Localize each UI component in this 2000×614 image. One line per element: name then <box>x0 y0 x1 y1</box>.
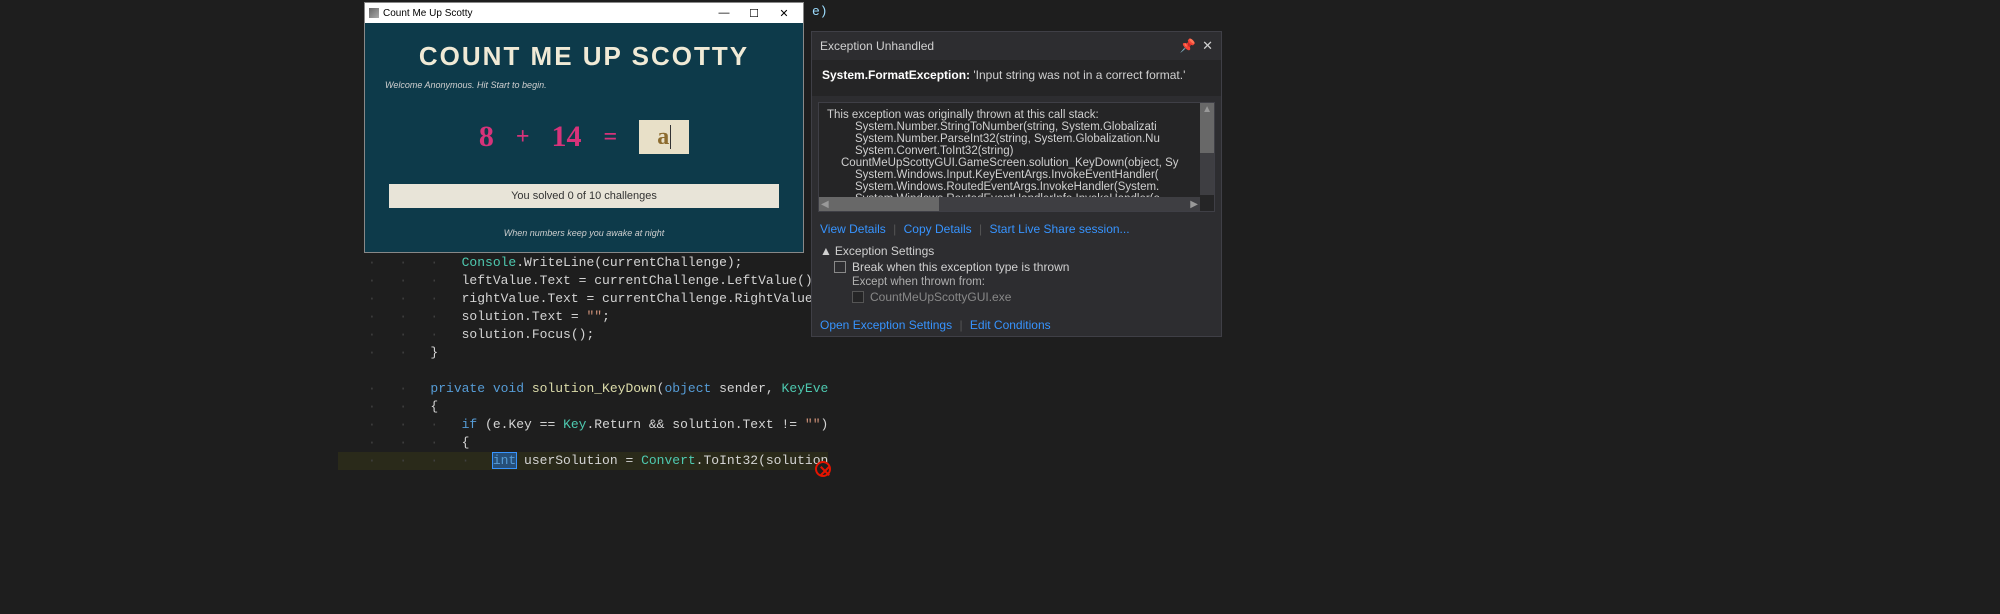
code-editor[interactable]: · · · Console.WriteLine(currentChallenge… <box>338 254 828 614</box>
stack-frame: System.Convert.ToInt32(string) <box>827 145 1206 157</box>
close-icon[interactable]: ✕ <box>1202 38 1213 54</box>
operator: + <box>516 124 530 151</box>
exception-popup: Exception Unhandled 📌 ✕ System.FormatExc… <box>811 31 1222 337</box>
scroll-right-icon[interactable]: ▶ <box>1190 199 1198 210</box>
code-token: Key <box>563 417 586 432</box>
window-title: Count Me Up Scotty <box>369 8 709 19</box>
app-body: COUNT ME UP SCOTTY Welcome Anonymous. Hi… <box>365 23 803 252</box>
equals-sign: = <box>604 124 618 151</box>
stack-frame: System.Windows.RoutedEventArgs.InvokeHan… <box>827 181 1206 193</box>
code-token: .WriteLine(currentChallenge); <box>516 255 742 270</box>
code-token: int <box>493 453 516 468</box>
code-token: solution_KeyDown <box>524 381 657 396</box>
exception-type: System.FormatException: <box>822 68 970 82</box>
code-fragment: e) <box>812 4 828 19</box>
code-token: sender, <box>711 381 781 396</box>
exception-header[interactable]: Exception Unhandled 📌 ✕ <box>812 32 1221 60</box>
app-heading: COUNT ME UP SCOTTY <box>385 41 783 72</box>
code-token: } <box>430 345 438 360</box>
right-value: 14 <box>552 120 582 154</box>
code-token: void <box>485 381 524 396</box>
code-token: Convert <box>641 453 696 468</box>
code-token: ; <box>602 309 610 324</box>
settings-title: Exception Settings <box>835 244 934 258</box>
live-share-link[interactable]: Start Live Share session... <box>989 222 1129 236</box>
close-button[interactable]: ✕ <box>769 7 799 20</box>
code-token: solution.Focus(); <box>462 327 595 342</box>
welcome-text: Welcome Anonymous. Hit Start to begin. <box>385 80 783 90</box>
stack-frame: System.Number.StringToNumber(string, Sys… <box>827 121 1206 133</box>
code-token: { <box>462 435 470 450</box>
code-token: if <box>462 417 478 432</box>
open-settings-link[interactable]: Open Exception Settings <box>820 318 952 332</box>
exception-bottom-links: Open Exception Settings | Edit Condition… <box>812 314 1221 336</box>
copy-details-link[interactable]: Copy Details <box>904 222 972 236</box>
code-token: Console <box>462 255 517 270</box>
module-label: CountMeUpScottyGUI.exe <box>870 290 1011 304</box>
answer-text: a <box>657 124 669 151</box>
exception-message: System.FormatException: 'Input string wa… <box>812 60 1221 96</box>
stack-frame: System.Number.ParseInt32(string, System.… <box>827 133 1206 145</box>
error-icon <box>815 461 833 479</box>
code-token: { <box>430 399 438 414</box>
exception-title: Exception Unhandled <box>820 39 1174 53</box>
code-token: leftValue.Text = currentChallenge.LeftVa… <box>462 273 828 288</box>
stack-frame: System.Windows.Input.KeyEventArgs.Invoke… <box>827 169 1206 181</box>
scroll-left-icon[interactable]: ◀ <box>821 199 829 210</box>
minimize-button[interactable]: — <box>709 7 739 20</box>
answer-input[interactable]: a <box>639 120 689 154</box>
module-checkbox <box>852 291 864 303</box>
exception-settings: ▲Exception Settings Break when this exce… <box>812 240 1221 314</box>
code-token: "" <box>805 417 821 432</box>
code-token: userSolution = <box>516 453 641 468</box>
app-icon <box>369 8 379 18</box>
collapse-icon[interactable]: ▲ <box>820 244 832 258</box>
stack-frame: CountMeUpScottyGUI.GameScreen.solution_K… <box>827 157 1206 169</box>
exception-links: View Details | Copy Details | Start Live… <box>812 218 1221 240</box>
maximize-button[interactable]: ☐ <box>739 7 769 20</box>
code-token: private <box>430 381 485 396</box>
stack-intro: This exception was originally thrown at … <box>827 109 1206 121</box>
app-window: Count Me Up Scotty — ☐ ✕ COUNT ME UP SCO… <box>364 2 804 253</box>
tagline: When numbers keep you awake at night <box>385 228 783 238</box>
code-token: (e.Key == <box>477 417 563 432</box>
scrollbar-horizontal[interactable] <box>819 197 1200 211</box>
code-token: .ToInt32(solution.Text); <box>696 453 828 468</box>
pin-icon[interactable]: 📌 <box>1180 38 1196 54</box>
left-value: 8 <box>479 120 494 154</box>
edit-conditions-link[interactable]: Edit Conditions <box>970 318 1051 332</box>
call-stack[interactable]: This exception was originally thrown at … <box>818 102 1215 212</box>
caret-icon <box>670 125 671 149</box>
code-token: ) <box>821 417 828 432</box>
except-label: Except when thrown from: <box>820 276 1213 288</box>
code-token: rightValue.Text = currentChallenge.Right… <box>462 291 828 306</box>
code-token: "" <box>586 309 602 324</box>
scroll-up-icon[interactable]: ▲ <box>1202 104 1212 115</box>
code-token: KeyEventArgs <box>782 381 828 396</box>
window-title-text: Count Me Up Scotty <box>383 8 472 19</box>
equation: 8 + 14 = a <box>385 120 783 154</box>
code-token: solution.Text = <box>462 309 587 324</box>
code-token: .Return && solution.Text != <box>586 417 804 432</box>
solved-status: You solved 0 of 10 challenges <box>389 184 779 208</box>
scrollbar-vertical[interactable] <box>1200 103 1214 195</box>
code-token: object <box>664 381 711 396</box>
break-label: Break when this exception type is thrown <box>852 260 1069 274</box>
break-checkbox[interactable] <box>834 261 846 273</box>
exception-text: 'Input string was not in a correct forma… <box>970 68 1185 82</box>
titlebar[interactable]: Count Me Up Scotty — ☐ ✕ <box>365 3 803 23</box>
view-details-link[interactable]: View Details <box>820 222 886 236</box>
